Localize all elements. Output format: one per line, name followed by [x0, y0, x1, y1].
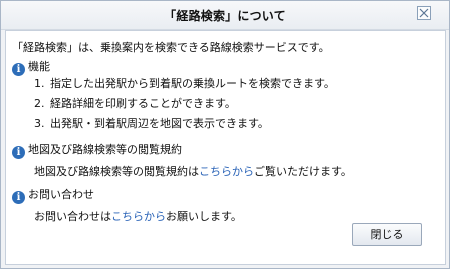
terms-text: 地図及び路線検索等の閲覧規約はこちらからご覧いただけます。 — [34, 163, 352, 179]
terms-heading-label: 地図及び路線検索等の閲覧規約 — [28, 143, 182, 156]
terms-heading: i 地図及び路線検索等の閲覧規約 — [12, 141, 182, 159]
contact-text-before: お問い合わせは — [34, 210, 111, 223]
info-icon: i — [12, 191, 25, 204]
contact-text: お問い合わせはこちらからお願いします。 — [34, 208, 242, 224]
list-item-number: 3. — [34, 117, 45, 130]
terms-text-before: 地図及び路線検索等の閲覧規約は — [34, 165, 199, 178]
features-list: 1. 指定した出発駅から到着駅の乗換ルートを検索できます。 2. 経路詳細を印刷する… — [34, 74, 335, 134]
dialog-title: 「経路検索」について — [164, 9, 286, 23]
list-item-text: 出発駅・到着駅周辺を地図で表示できます。 — [50, 117, 269, 130]
list-item-number: 1. — [34, 77, 45, 90]
contact-text-after: お願いします。 — [166, 210, 242, 223]
list-item-text: 指定した出発駅から到着駅の乗換ルートを検索できます。 — [50, 77, 335, 90]
features-heading-label: 機能 — [28, 60, 50, 73]
intro-text: 「経路検索」は、乗換案内を検索できる路線検索サービスです。 — [12, 41, 330, 54]
info-icon: i — [12, 146, 25, 159]
list-item: 2. 経路詳細を印刷することができます。 — [34, 94, 335, 114]
list-item-text: 経路詳細を印刷することができます。 — [50, 97, 236, 110]
about-dialog: 「経路検索」について 「経路検索」は、乗換案内を検索できる路線検索サービスです。… — [0, 0, 450, 269]
list-item: 1. 指定した出発駅から到着駅の乗換ルートを検索できます。 — [34, 74, 335, 94]
contact-heading: i お問い合わせ — [12, 186, 94, 204]
close-button[interactable]: 閉じる — [352, 223, 422, 246]
terms-link[interactable]: こちらから — [199, 165, 254, 178]
terms-text-after: ご覧いただけます。 — [254, 165, 352, 178]
title-bar: 「経路検索」について — [1, 1, 449, 30]
dialog-body: 「経路検索」は、乗換案内を検索できる路線検索サービスです。 i 機能 1. 指定した… — [5, 30, 446, 265]
info-icon: i — [12, 63, 25, 76]
list-item-number: 2. — [34, 97, 45, 110]
contact-link[interactable]: こちらから — [111, 210, 166, 223]
features-heading: i 機能 — [12, 58, 50, 76]
list-item: 3. 出発駅・到着駅周辺を地図で表示できます。 — [34, 114, 335, 134]
contact-heading-label: お問い合わせ — [28, 188, 94, 201]
close-icon[interactable] — [417, 6, 431, 20]
